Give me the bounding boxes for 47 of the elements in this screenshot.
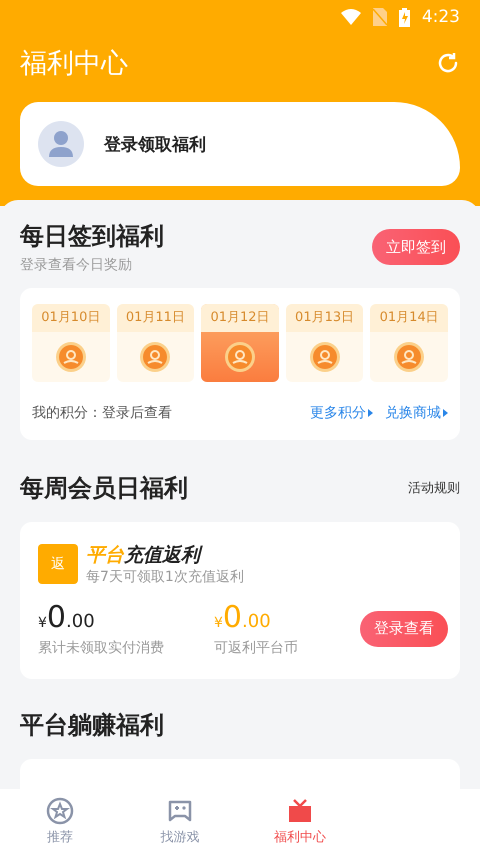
rebate-badge: 返 xyxy=(38,544,78,584)
coin-icon xyxy=(54,341,87,373)
page-title: 福利中心 xyxy=(20,47,128,81)
coin-icon xyxy=(224,341,256,373)
no-sim-icon xyxy=(372,8,387,26)
day-tile[interactable]: 01月14日 xyxy=(370,304,448,382)
coin-icon xyxy=(393,341,426,373)
section-title: 每周会员日福利 xyxy=(20,473,188,504)
rebate-title: 平台充值返利 xyxy=(86,542,244,568)
login-view-button[interactable]: 登录查看 xyxy=(360,610,448,646)
amount-value: ¥0.00 xyxy=(214,600,272,635)
day-date: 01月14日 xyxy=(370,304,448,332)
day-tile[interactable]: 01月13日 xyxy=(286,304,364,382)
wifi-icon xyxy=(340,9,361,25)
coin-icon xyxy=(139,341,172,373)
section-title: 每日签到福利 xyxy=(20,221,164,252)
day-tile[interactable]: 01月12日 xyxy=(201,304,279,382)
login-prompt: 登录领取福利 xyxy=(104,134,206,156)
day-date: 01月12日 xyxy=(201,304,279,332)
battery-charging-icon xyxy=(398,8,410,26)
tab[interactable]: 福利中心 xyxy=(240,789,360,853)
section-title: 平台躺赚福利 xyxy=(20,710,165,741)
caret-icon xyxy=(368,409,373,417)
amount-label: 累计未领取实付消费 xyxy=(38,639,165,657)
tab[interactable]: 找游戏 xyxy=(120,789,240,853)
amount-value: ¥0.00 xyxy=(38,600,96,635)
tab[interactable]: 推荐 xyxy=(0,789,120,853)
refresh-icon[interactable] xyxy=(436,51,460,75)
day-tile[interactable]: 01月11日 xyxy=(116,304,194,382)
section-subtitle: 登录查看今日奖励 xyxy=(20,256,133,274)
caret-icon xyxy=(443,409,448,417)
points-text: 我的积分：登录后查看 xyxy=(32,404,173,422)
avatar-icon xyxy=(38,121,84,167)
day-date: 01月10日 xyxy=(32,304,110,332)
coin-icon xyxy=(308,341,341,373)
rules-link[interactable]: 活动规则 xyxy=(408,479,460,497)
status-time: 4:23 xyxy=(422,7,460,27)
login-card[interactable]: 登录领取福利 xyxy=(20,102,460,186)
sign-in-button[interactable]: 立即签到 xyxy=(372,229,460,265)
day-date: 01月13日 xyxy=(286,304,364,332)
link[interactable]: 更多积分 xyxy=(310,404,373,422)
day-tile[interactable]: 01月10日 xyxy=(32,304,110,382)
gift-icon xyxy=(286,796,314,824)
day-date: 01月11日 xyxy=(116,304,194,332)
link[interactable]: 兑换商城 xyxy=(385,404,448,422)
amount-label: 可返利平台币 xyxy=(214,639,299,657)
rebate-subtitle: 每7天可领取1次充值返利 xyxy=(86,568,244,586)
